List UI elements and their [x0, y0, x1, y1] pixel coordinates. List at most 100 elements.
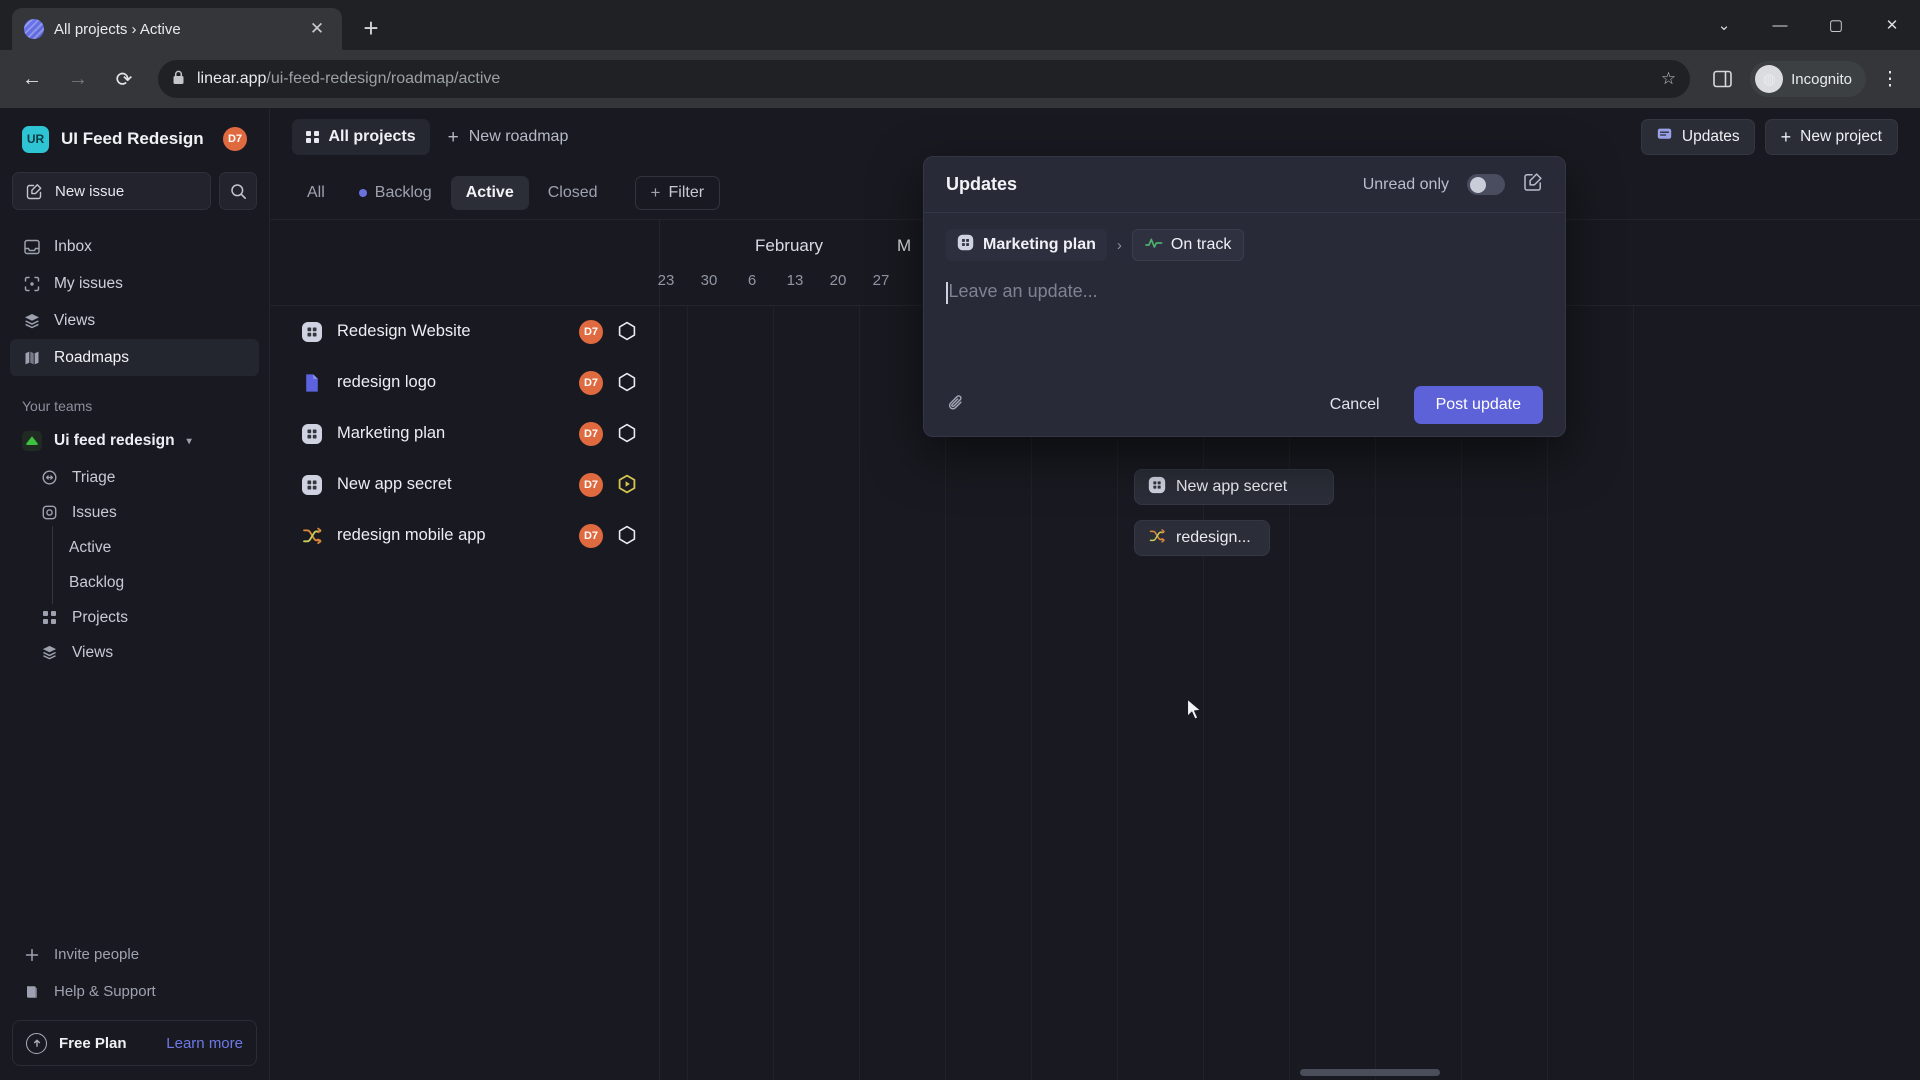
team-row-ui-feed-redesign[interactable]: Ui feed redesign ▾	[10, 422, 259, 460]
browser-menu-icon[interactable]: ⋮	[1872, 61, 1908, 97]
project-grid-icon	[957, 234, 974, 256]
compose-icon[interactable]	[1523, 172, 1543, 197]
upgrade-icon	[26, 1032, 47, 1054]
project-column-header	[270, 220, 659, 306]
unread-only-label: Unread only	[1362, 175, 1449, 193]
project-grid-icon	[300, 320, 323, 343]
plus-icon: +	[650, 183, 661, 202]
chevron-down-icon[interactable]: ▾	[187, 436, 192, 447]
roadmaps-icon	[22, 348, 41, 367]
new-issue-button[interactable]: New issue	[12, 172, 211, 210]
plan-box[interactable]: Free Plan Learn more	[12, 1020, 257, 1066]
lock-icon	[172, 70, 185, 88]
sidebar-item-issues[interactable]: Issues	[10, 495, 259, 530]
table-row[interactable]: Redesign Website D7	[270, 306, 659, 357]
table-row[interactable]: Marketing plan D7	[270, 408, 659, 459]
sidebar-item-my-issues[interactable]: My issues	[10, 265, 259, 302]
status-badge[interactable]: On track	[1131, 229, 1245, 261]
plan-name: Free Plan	[59, 1034, 127, 1052]
address-bar[interactable]: linear.app/ui-feed-redesign/roadmap/acti…	[158, 60, 1691, 98]
post-update-button[interactable]: Post update	[1413, 386, 1543, 424]
tab-closed[interactable]: Closed	[533, 176, 613, 210]
new-roadmap-label: New roadmap	[468, 128, 569, 145]
update-textarea[interactable]: Leave an update...	[946, 281, 1543, 304]
avatar[interactable]: D7	[579, 523, 603, 548]
health-hex-icon[interactable]	[617, 525, 637, 547]
sidebar-item-label: Backlog	[69, 573, 125, 591]
horizontal-scrollbar[interactable]	[1300, 1069, 1440, 1076]
sidebar-item-roadmaps[interactable]: Roadmaps	[10, 339, 259, 376]
cancel-button[interactable]: Cancel	[1308, 386, 1402, 424]
bookmark-star-icon[interactable]: ☆	[1661, 69, 1676, 89]
forward-icon[interactable]: →	[58, 59, 98, 99]
close-icon[interactable]: ✕	[304, 16, 330, 42]
invite-people-button[interactable]: Invite people	[10, 936, 259, 973]
sidebar-item-active[interactable]: Active	[10, 526, 259, 569]
sidebar-item-label: My issues	[54, 274, 123, 292]
health-hex-icon[interactable]	[617, 372, 637, 394]
workspace-switcher[interactable]: UR UI Feed Redesign D7	[10, 118, 259, 160]
breadcrumb: Marketing plan › On track	[946, 229, 1543, 261]
timeline-tick: 30	[700, 272, 718, 289]
table-row[interactable]: New app secret D7	[270, 459, 659, 510]
new-tab-button[interactable]: +	[352, 9, 390, 47]
updates-panel-title: Updates	[946, 174, 1018, 194]
sidebar-item-triage[interactable]: Triage	[10, 460, 259, 495]
window-close-icon[interactable]: ✕	[1864, 0, 1920, 50]
search-button[interactable]	[219, 172, 257, 210]
sidebar-item-views[interactable]: Views	[10, 302, 259, 339]
paperclip-icon[interactable]	[946, 393, 966, 418]
backlog-dot-icon	[358, 188, 367, 197]
minimize-icon[interactable]: —	[1752, 0, 1808, 50]
health-hex-icon[interactable]	[617, 423, 637, 445]
workspace-name: UI Feed Redesign	[61, 129, 204, 148]
updates-panel-footer: Cancel Post update	[924, 374, 1565, 436]
updates-button[interactable]: Updates	[1640, 119, 1755, 155]
maximize-icon[interactable]: ▢	[1808, 0, 1864, 50]
tab-backlog[interactable]: Backlog	[344, 176, 447, 210]
tab-active[interactable]: Active	[450, 175, 529, 210]
incognito-profile-button[interactable]: ◍ Incognito	[1750, 61, 1866, 97]
updates-panel: Updates Unread only Marketing plan › On …	[923, 156, 1566, 437]
browser-tab[interactable]: All projects › Active ✕	[12, 8, 342, 50]
browser-toolbar: ← → ⟳ linear.app/ui-feed-redesign/roadma…	[0, 50, 1920, 108]
chevron-down-icon[interactable]: ⌄	[1696, 0, 1752, 50]
sidebar-item-projects[interactable]: Projects	[10, 600, 259, 635]
new-roadmap-button[interactable]: + New roadmap	[436, 119, 581, 155]
learn-more-link[interactable]: Learn more	[166, 1035, 243, 1052]
text-caret	[946, 282, 948, 304]
health-hex-icon[interactable]	[617, 321, 637, 343]
sidebar-item-inbox[interactable]: Inbox	[10, 228, 259, 265]
avatar[interactable]: D7	[579, 370, 603, 395]
tab-all[interactable]: All	[292, 176, 340, 210]
issues-icon	[40, 503, 59, 522]
project-name: New app secret	[337, 475, 452, 493]
avatar[interactable]: D7	[579, 319, 603, 344]
pencil-square-icon	[25, 182, 44, 201]
help-support-button[interactable]: Help & Support	[10, 973, 259, 1010]
unread-only-toggle[interactable]	[1467, 174, 1505, 195]
sidebar-item-team-views[interactable]: Views	[10, 635, 259, 670]
breadcrumb-project-chip[interactable]: Marketing plan	[946, 229, 1107, 261]
tab-label: All	[307, 183, 325, 201]
sidebar-item-backlog[interactable]: Backlog	[10, 561, 259, 604]
sidebar-item-label: Inbox	[54, 237, 92, 255]
project-grid-icon	[300, 473, 323, 496]
avatar[interactable]: D7	[223, 127, 247, 151]
table-row[interactable]: redesign logo D7	[270, 357, 659, 408]
health-hex-icon[interactable]	[617, 474, 637, 496]
avatar[interactable]: D7	[579, 421, 603, 446]
timeline-bar-redesign-mobile-app[interactable]: redesign...	[1134, 520, 1270, 556]
url-text: linear.app/ui-feed-redesign/roadmap/acti…	[197, 70, 500, 88]
new-project-button[interactable]: + New project	[1764, 119, 1898, 155]
timeline-bar-new-app-secret[interactable]: New app secret	[1134, 469, 1334, 505]
omnibox-actions: ☆	[1661, 69, 1676, 89]
avatar[interactable]: D7	[579, 472, 603, 497]
reload-icon[interactable]: ⟳	[104, 59, 144, 99]
side-panel-icon[interactable]	[1704, 61, 1740, 97]
back-icon[interactable]: ←	[12, 59, 52, 99]
filter-button[interactable]: + Filter	[634, 175, 721, 210]
new-issue-label: New issue	[55, 182, 125, 200]
table-row[interactable]: redesign mobile app D7	[270, 510, 659, 561]
all-projects-button[interactable]: All projects	[292, 119, 430, 155]
